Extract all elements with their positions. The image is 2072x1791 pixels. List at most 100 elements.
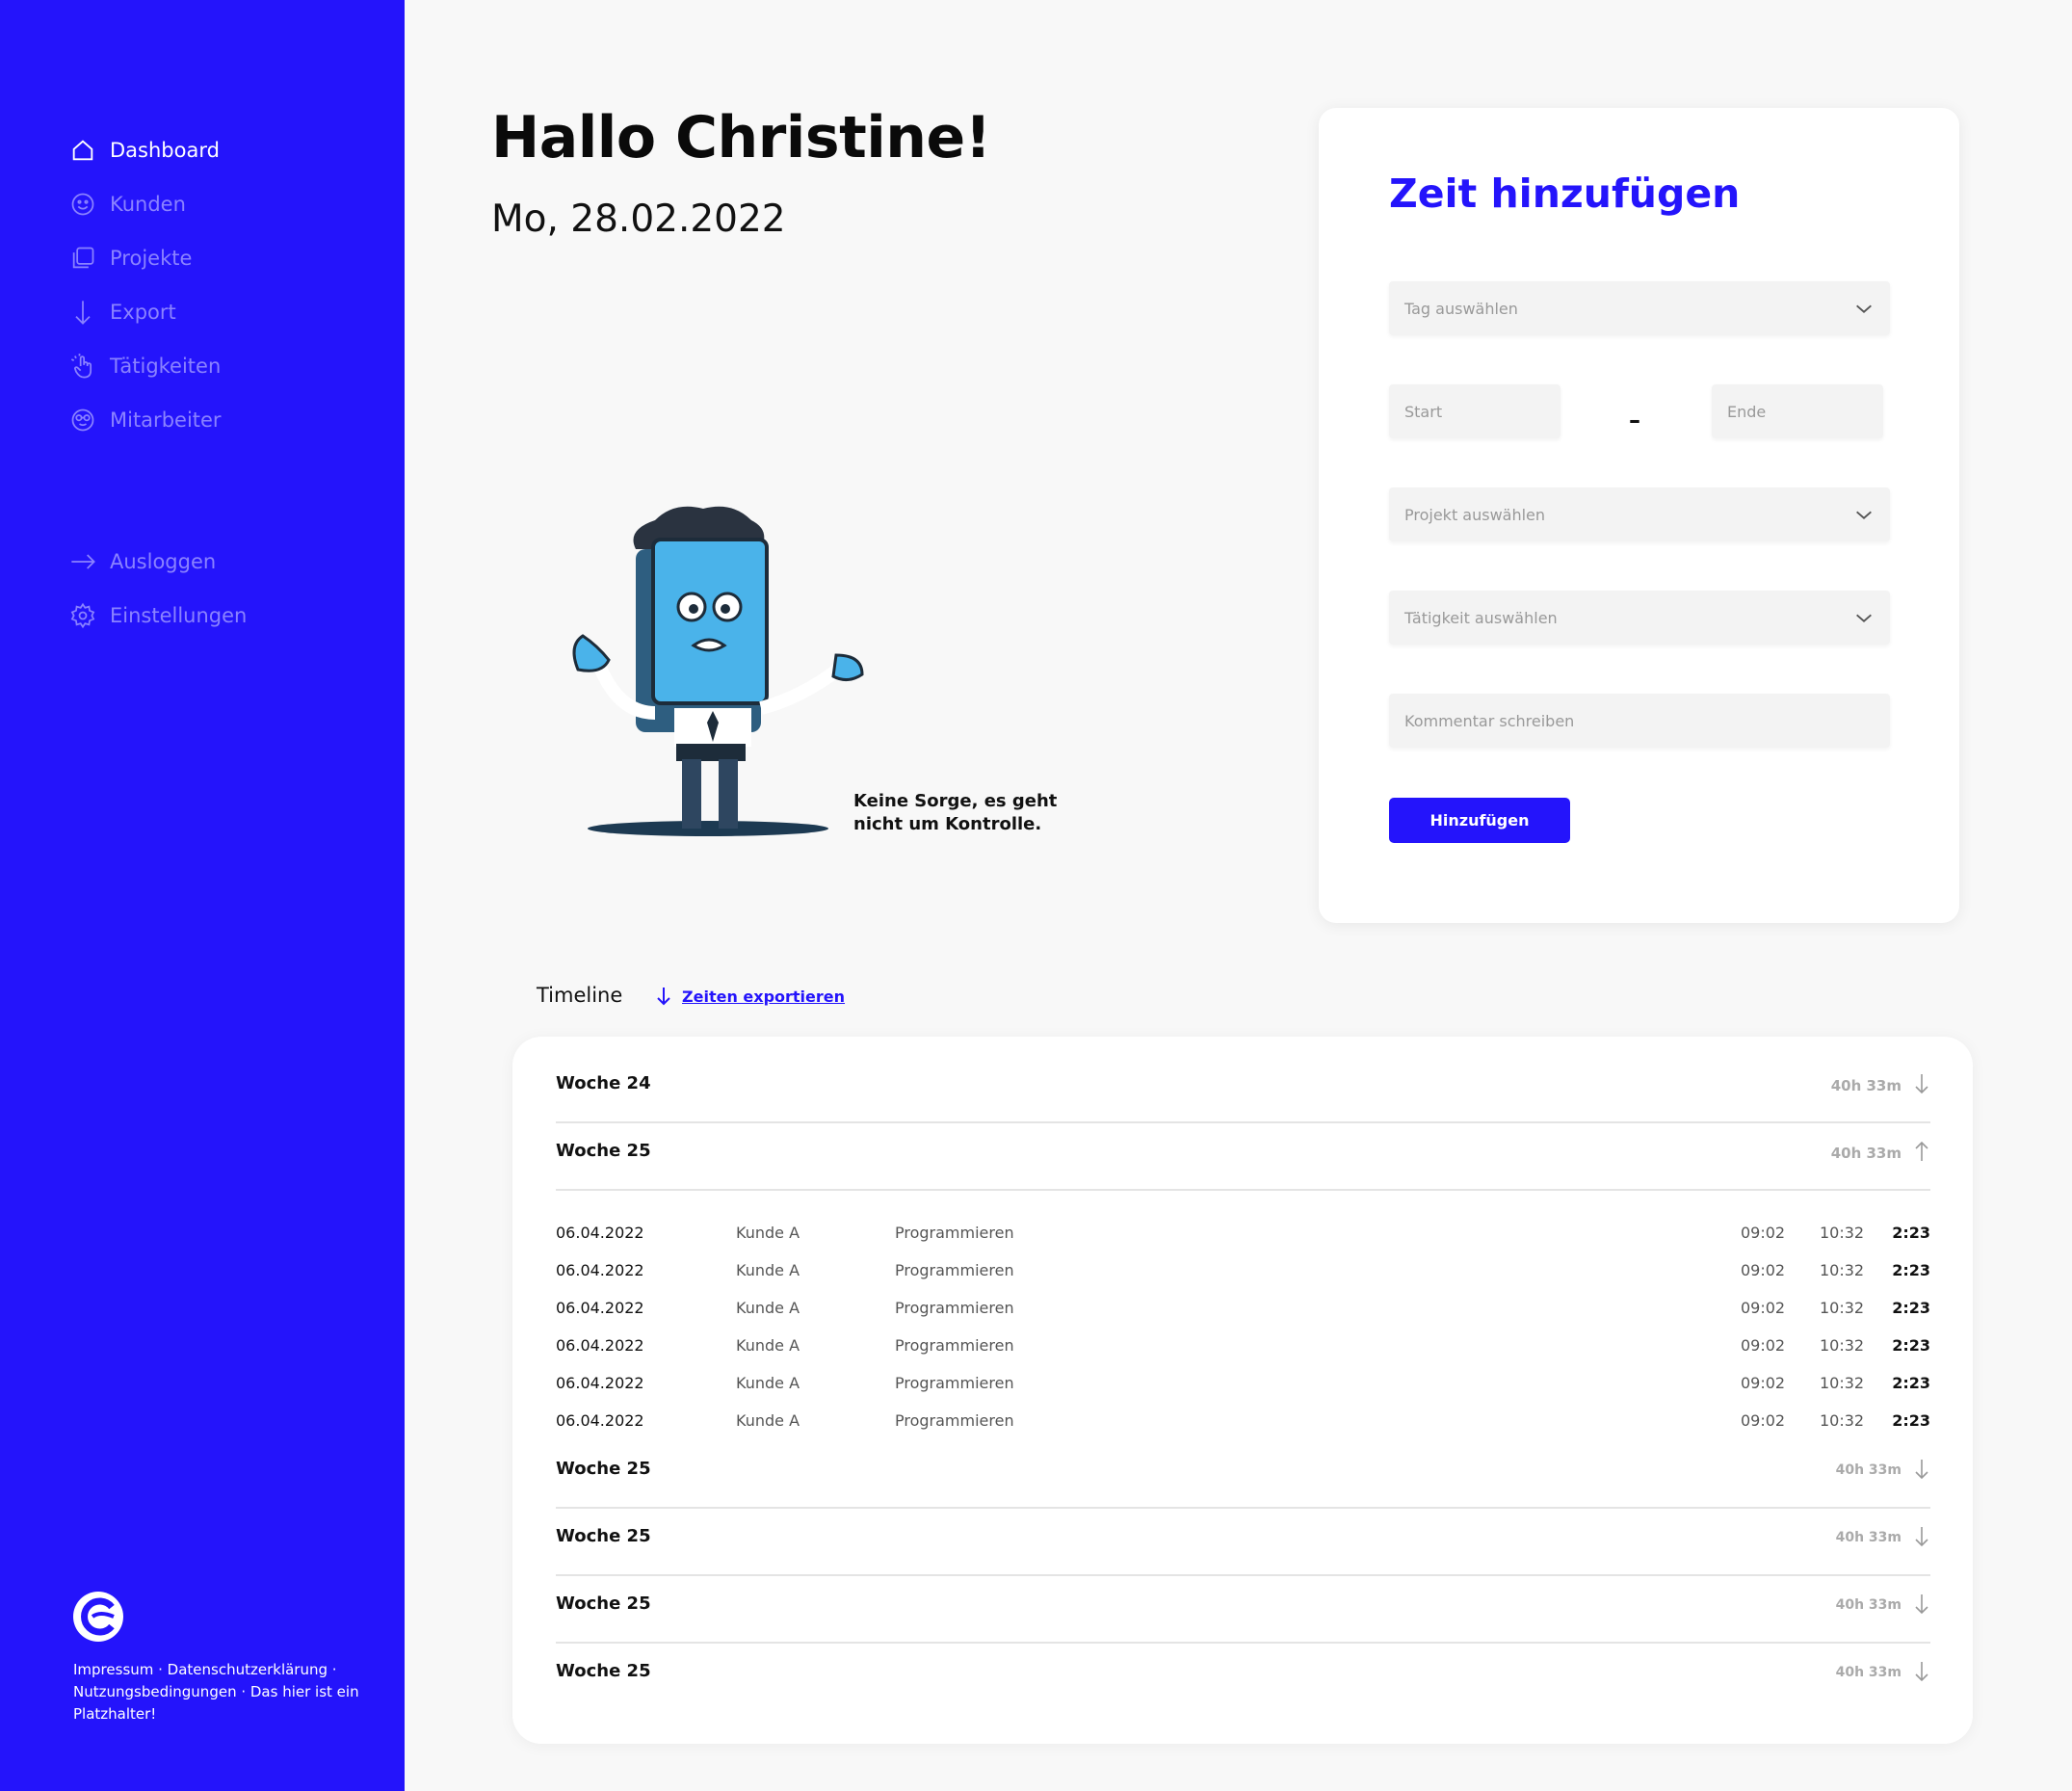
gear-icon: [69, 602, 96, 629]
entry-duration: 2:23: [1892, 1224, 1930, 1242]
caption-line: Keine Sorge, es geht: [853, 791, 1058, 811]
week-label: Woche 24: [556, 1073, 651, 1093]
nav-item-kunden[interactable]: Kunden: [69, 177, 222, 231]
nav-label: Kunden: [110, 193, 186, 216]
nav-item-mitarbeiter[interactable]: Mitarbeiter: [69, 393, 222, 447]
week-row[interactable]: Woche 25 40h 33m: [556, 1509, 1930, 1576]
expand-arrow-down-icon[interactable]: [1913, 1593, 1930, 1615]
time-entry-row[interactable]: 06.04.2022 Kunde A Programmieren 09:02 1…: [556, 1295, 1930, 1332]
hand-pointer-icon: [69, 353, 96, 380]
entry-start: 09:02: [1741, 1299, 1786, 1317]
nav-item-ausloggen[interactable]: Ausloggen: [69, 535, 247, 589]
nav-item-dashboard[interactable]: Dashboard: [69, 123, 222, 177]
expand-arrow-down-icon[interactable]: [1913, 1073, 1930, 1094]
project-select[interactable]: Projekt auswählen: [1389, 487, 1890, 541]
entry-duration: 2:23: [1892, 1299, 1930, 1317]
entry-activity: Programmieren: [895, 1224, 1014, 1242]
time-entry-row[interactable]: 06.04.2022 Kunde A Programmieren 09:02 1…: [556, 1332, 1930, 1370]
expand-arrow-down-icon[interactable]: [1913, 1661, 1930, 1682]
week-row[interactable]: Woche 25 40h 33m: [556, 1576, 1930, 1644]
week-row[interactable]: Woche 25 40h 33m: [556, 1644, 1930, 1711]
chevron-down-icon: [1856, 614, 1872, 622]
entry-end: 10:32: [1820, 1224, 1865, 1242]
form-title: Zeit hinzufügen: [1389, 171, 1741, 217]
timeline-title: Timeline: [537, 984, 623, 1007]
add-time-button[interactable]: Hinzufügen: [1389, 798, 1570, 843]
nav-item-projekte[interactable]: Projekte: [69, 231, 222, 285]
entry-activity: Programmieren: [895, 1411, 1014, 1430]
week-total: 40h 33m: [1830, 1077, 1902, 1094]
nav-label: Ausloggen: [110, 550, 217, 573]
chevron-down-icon: [1856, 304, 1872, 313]
entry-duration: 2:23: [1892, 1411, 1930, 1430]
end-time-input[interactable]: Ende: [1712, 384, 1883, 438]
nav-label: Einstellungen: [110, 604, 248, 627]
entry-client: Kunde A: [736, 1299, 800, 1317]
start-time-input[interactable]: Start: [1389, 384, 1561, 438]
expand-arrow-down-icon[interactable]: [1913, 1459, 1930, 1480]
week-row-expanded[interactable]: Woche 25 40h 33m: [556, 1123, 1930, 1191]
smiley-icon: [69, 191, 96, 218]
mascot-illustration: [572, 506, 864, 836]
end-placeholder: Ende: [1727, 402, 1767, 421]
entry-start: 09:02: [1741, 1374, 1786, 1392]
time-entry-row[interactable]: 06.04.2022 Kunde A Programmieren 09:02 1…: [556, 1408, 1930, 1445]
day-select-placeholder: Tag auswählen: [1404, 299, 1518, 318]
footer-links[interactable]: Impressum · Datenschutzerklärung · Nutzu…: [73, 1659, 362, 1725]
entry-date: 06.04.2022: [556, 1261, 644, 1279]
week-total: 40h 33m: [1835, 1665, 1902, 1680]
page-title: Hallo Christine!: [491, 104, 991, 171]
arrow-down-icon: [657, 988, 670, 1006]
export-times-link[interactable]: Zeiten exportieren: [655, 987, 845, 1006]
project-select-placeholder: Projekt auswählen: [1404, 505, 1546, 524]
week-label: Woche 25: [556, 1661, 651, 1681]
day-select[interactable]: Tag auswählen: [1389, 281, 1890, 335]
entry-client: Kunde A: [736, 1336, 800, 1355]
entry-activity: Programmieren: [895, 1299, 1014, 1317]
nav-item-taetigkeiten[interactable]: Tätigkeiten: [69, 339, 222, 393]
time-entry-row[interactable]: 06.04.2022 Kunde A Programmieren 09:02 1…: [556, 1220, 1930, 1257]
nav-item-export[interactable]: Export: [69, 285, 222, 339]
week-label: Woche 25: [556, 1459, 651, 1479]
entry-end: 10:32: [1820, 1336, 1865, 1355]
entry-end: 10:32: [1820, 1261, 1865, 1279]
home-icon: [69, 137, 96, 164]
comment-placeholder: Kommentar schreiben: [1404, 711, 1575, 730]
arrow-down-icon: [69, 299, 96, 326]
secondary-nav: Ausloggen Einstellungen: [69, 535, 247, 643]
entry-end: 10:32: [1820, 1411, 1865, 1430]
timeline-card: Woche 24 40h 33m Woche 25 40h 33m 06.04.…: [512, 1037, 1973, 1744]
caption-line: nicht um Kontrolle.: [853, 814, 1042, 834]
activity-select[interactable]: Tätigkeit auswählen: [1389, 591, 1890, 645]
entry-activity: Programmieren: [895, 1336, 1014, 1355]
week-label: Woche 25: [556, 1593, 651, 1614]
time-entries-list: 06.04.2022 Kunde A Programmieren 09:02 1…: [556, 1220, 1930, 1445]
arrow-right-icon: [69, 548, 96, 575]
entry-duration: 2:23: [1892, 1374, 1930, 1392]
entry-date: 06.04.2022: [556, 1336, 644, 1355]
sidebar: Dashboard Kunden Projekte Export Tätigke…: [0, 0, 405, 1791]
time-entry-row[interactable]: 06.04.2022 Kunde A Programmieren 09:02 1…: [556, 1257, 1930, 1295]
collapse-arrow-up-icon[interactable]: [1913, 1141, 1930, 1162]
week-row[interactable]: Woche 24 40h 33m: [556, 1056, 1930, 1123]
entry-start: 09:02: [1741, 1224, 1786, 1242]
nav-label: Export: [110, 301, 176, 324]
comment-input[interactable]: Kommentar schreiben: [1389, 694, 1890, 748]
expand-arrow-down-icon[interactable]: [1913, 1526, 1930, 1547]
entry-activity: Programmieren: [895, 1374, 1014, 1392]
entry-activity: Programmieren: [895, 1261, 1014, 1279]
export-times-label: Zeiten exportieren: [682, 987, 846, 1006]
start-placeholder: Start: [1404, 402, 1443, 421]
copy-icon: [69, 245, 96, 272]
brand-logo: [71, 1590, 125, 1644]
entry-end: 10:32: [1820, 1374, 1865, 1392]
week-row[interactable]: Woche 25 40h 33m: [556, 1441, 1930, 1509]
week-total: 40h 33m: [1830, 1145, 1902, 1162]
chevron-down-icon: [1856, 511, 1872, 519]
activity-select-placeholder: Tätigkeit auswählen: [1404, 608, 1558, 627]
nav-label: Tätigkeiten: [110, 355, 222, 378]
entry-date: 06.04.2022: [556, 1374, 644, 1392]
nav-item-einstellungen[interactable]: Einstellungen: [69, 589, 247, 643]
week-total: 40h 33m: [1835, 1597, 1902, 1613]
time-entry-row[interactable]: 06.04.2022 Kunde A Programmieren 09:02 1…: [556, 1370, 1930, 1408]
